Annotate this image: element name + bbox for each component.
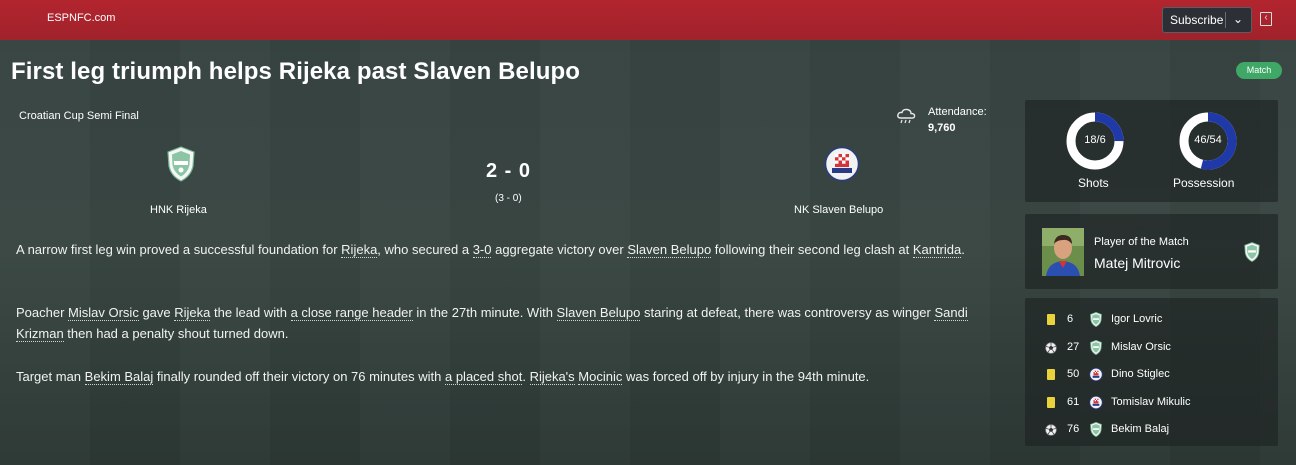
yellow-card-icon — [1047, 369, 1055, 380]
brand-label: ESPNFC.com — [47, 12, 116, 24]
highlight-link[interactable]: a close range header — [290, 305, 413, 321]
shots-value: 18/6 — [1084, 134, 1106, 146]
possession-label: Possession — [1173, 176, 1235, 190]
article-paragraph-1: A narrow first leg win proved a successf… — [16, 239, 1006, 260]
away-team-name[interactable]: NK Slaven Belupo — [794, 204, 883, 216]
stadium-link[interactable]: Kantrida — [912, 242, 962, 258]
chevron-down-icon: ⌄ — [1232, 12, 1243, 26]
aggregate-score: (3 - 0) — [495, 193, 522, 204]
possession-value: 46/54 — [1194, 134, 1222, 146]
paragraph-text: the lead with — [210, 305, 291, 320]
event-minute: 61 — [1067, 395, 1080, 408]
team-link[interactable]: Rijeka's — [529, 369, 575, 385]
home-team-crest[interactable] — [165, 146, 197, 182]
team-link[interactable]: Slaven Belupo — [627, 242, 712, 258]
team-link[interactable]: Rijeka — [341, 242, 378, 258]
article-paragraph-2: Poacher Mislav Orsic gave Rijeka the lea… — [16, 302, 1006, 344]
home-team-crest-icon — [1090, 422, 1102, 437]
event-minute: 50 — [1067, 368, 1080, 380]
article-paragraph-3: Target man Bekim Balaj finally rounded o… — [16, 366, 1006, 387]
goal-ball-icon — [1045, 341, 1057, 354]
player-avatar — [1042, 228, 1084, 276]
match-score: 2 - 0 — [486, 160, 532, 182]
event-row[interactable]: 76 Bekim Balaj — [1025, 420, 1278, 440]
article-headline: First leg triumph helps Rijeka past Slav… — [11, 58, 581, 85]
paragraph-text: in the 27th minute. With — [412, 305, 557, 320]
attendance-value: 9,760 — [928, 122, 956, 134]
match-stats-panel: 18/6 Shots 46/54 Possession — [1025, 100, 1278, 202]
player-link[interactable]: Mislav Orsic — [68, 305, 139, 321]
top-bar: ESPNFC.com Subscribe ⌄ ‹ — [0, 0, 1296, 40]
event-minute: 27 — [1067, 340, 1080, 353]
team-link[interactable]: Slaven Belupo — [556, 305, 641, 321]
yellow-card-icon — [1047, 396, 1055, 408]
highlight-link[interactable]: a placed shot — [444, 369, 523, 385]
away-team-crest-icon — [1089, 367, 1103, 382]
paragraph-text: , who secured a — [377, 242, 473, 257]
match-badge: Match — [1236, 62, 1282, 79]
potm-player-name[interactable]: Matej Mitrovic — [1094, 255, 1180, 271]
shots-label: Shots — [1078, 176, 1109, 190]
home-team-crest-icon — [1090, 312, 1102, 327]
paragraph-text: A narrow first leg win proved a successf… — [16, 242, 342, 257]
event-player-name[interactable]: Dino Stiglec — [1111, 368, 1170, 380]
potm-team-crest — [1244, 242, 1260, 262]
away-team-crest-icon — [1089, 395, 1103, 409]
paragraph-text: staring at defeat, there was controversy… — [640, 305, 935, 320]
yellow-card-icon — [1047, 314, 1055, 325]
event-row[interactable]: 50 Dino Stiglec — [1025, 365, 1278, 385]
event-player-name[interactable]: Mislav Orsic — [1111, 341, 1171, 353]
subscribe-label: Subscribe — [1170, 13, 1224, 27]
paragraph-text: Target man — [16, 369, 85, 384]
cloud-rain-icon — [897, 108, 916, 124]
event-minute: 6 — [1067, 313, 1074, 325]
team-link[interactable]: Rijeka — [174, 305, 211, 321]
paragraph-text: aggregate victory over — [491, 242, 628, 257]
event-row[interactable]: 61 Tomislav Mikulic — [1025, 393, 1278, 413]
competition-label: Croatian Cup Semi Final — [19, 110, 139, 122]
attendance-label: Attendance: — [928, 106, 987, 118]
potm-title: Player of the Match — [1094, 236, 1189, 248]
player-link[interactable]: Bekim Balaj — [84, 369, 154, 385]
event-player-name[interactable]: Bekim Balaj — [1111, 423, 1169, 435]
paragraph-text: finally rounded off their victory on 76 … — [153, 369, 445, 384]
player-link[interactable]: Mocinic — [578, 369, 623, 385]
event-minute: 76 — [1067, 423, 1080, 435]
paragraph-text: . — [961, 242, 965, 257]
paragraph-text: Poacher — [16, 305, 69, 320]
match-events-panel: 6 Igor Lovric 27 Mislav Orsic 50 Dino Stiglec… — [1025, 298, 1278, 446]
player-of-the-match-panel[interactable]: Player of the Match Matej Mitrovic — [1025, 214, 1278, 289]
home-team-name[interactable]: HNK Rijeka — [150, 204, 207, 216]
home-team-crest-icon — [1090, 339, 1102, 355]
collapse-panel-icon[interactable]: ‹ — [1260, 12, 1272, 26]
subscribe-divider — [1225, 12, 1226, 28]
event-player-name[interactable]: Igor Lovric — [1111, 313, 1162, 325]
score-link[interactable]: 3-0 — [472, 242, 492, 258]
paragraph-text: following their second leg clash at — [711, 242, 913, 257]
paragraph-text: . — [522, 369, 530, 384]
paragraph-text: was forced off by injury in the 94th min… — [622, 369, 870, 384]
event-player-name[interactable]: Tomislav Mikulic — [1111, 396, 1190, 408]
away-team-crest[interactable] — [824, 146, 860, 182]
event-row[interactable]: 6 Igor Lovric — [1025, 310, 1278, 330]
goal-ball-icon — [1045, 424, 1057, 436]
paragraph-text: then had a penalty shout turned down. — [63, 326, 289, 341]
paragraph-text: gave — [138, 305, 175, 320]
event-row[interactable]: 27 Mislav Orsic — [1025, 338, 1278, 358]
subscribe-button[interactable]: Subscribe ⌄ — [1162, 7, 1252, 33]
